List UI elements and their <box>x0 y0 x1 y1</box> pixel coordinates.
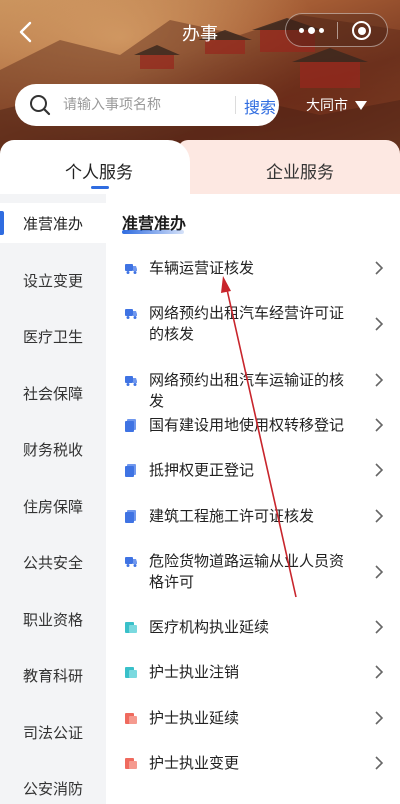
service-item-label: 护士执业变更 <box>149 754 240 772</box>
license-icon <box>125 758 137 769</box>
service-item-label: 抵押权更正登记 <box>149 461 255 479</box>
sidebar-item-gonggong[interactable]: 公共安全 <box>0 542 106 582</box>
search-input[interactable] <box>63 94 223 116</box>
more-button[interactable] <box>286 14 336 46</box>
chevron-right-icon <box>375 261 384 275</box>
search-divider <box>235 96 236 114</box>
chevron-right-icon <box>375 665 384 679</box>
more-dots-icon <box>298 27 304 33</box>
tab-business-services[interactable]: 企业服务 <box>178 140 400 194</box>
document-icon <box>125 510 136 523</box>
service-item-label: 护士执业注销 <box>149 663 240 681</box>
service-item-label: 网络预约出租汽车经营许可证的核发 <box>149 304 345 343</box>
close-mini-program-button[interactable] <box>352 21 371 40</box>
service-item[interactable]: 车辆运营证核发 <box>106 258 400 278</box>
sidebar-item-sifa[interactable]: 司法公证 <box>0 712 106 752</box>
service-item-label: 网络预约出租汽车运输证的核发 <box>149 371 345 410</box>
search-icon <box>30 95 51 116</box>
service-item[interactable]: 医疗机构执业延续 <box>106 617 400 637</box>
sidebar-item-shebao[interactable]: 社会保障 <box>0 373 106 413</box>
chevron-right-icon <box>375 418 384 432</box>
sidebar-item-label: 设立变更 <box>22 271 83 290</box>
chevron-right-icon <box>375 565 384 579</box>
mini-program-capsule <box>285 13 388 47</box>
service-list-panel: 准营准办 车辆运营证核发 网络预约出租汽车经营许可证的核发 网络预约出租汽车运输… <box>106 194 400 804</box>
chevron-right-icon <box>375 509 384 523</box>
city-name: 大同市 <box>306 98 348 114</box>
license-icon <box>125 713 137 724</box>
chevron-right-icon <box>375 756 384 770</box>
tab-label: 企业服务 <box>266 163 334 183</box>
sidebar-item-label: 医疗卫生 <box>22 327 83 346</box>
section-title-underline <box>122 230 184 234</box>
service-item[interactable]: 国有建设用地使用权转移登记 <box>106 415 400 435</box>
sidebar-item-label: 教育科研 <box>22 666 83 685</box>
capsule-divider <box>337 22 338 39</box>
document-icon <box>125 464 136 477</box>
service-item-label: 医疗机构执业延续 <box>149 618 270 636</box>
sidebar-item-zhufang[interactable]: 住房保障 <box>0 486 106 526</box>
document-icon <box>125 419 136 432</box>
service-tabs: 企业服务 个人服务 <box>0 140 400 194</box>
sidebar-item-label: 公安消防 <box>22 779 83 798</box>
service-item[interactable]: 建筑工程施工许可证核发 <box>106 506 400 526</box>
chevron-right-icon <box>375 463 384 477</box>
service-item[interactable]: 网络预约出租汽车经营许可证的核发 <box>106 303 400 345</box>
top-navigation-bar: 办事 <box>0 0 400 64</box>
service-item-label: 建筑工程施工许可证核发 <box>149 507 315 525</box>
sidebar-item-label: 司法公证 <box>22 723 83 742</box>
triangle-down-icon <box>355 100 367 110</box>
vehicle-icon <box>125 309 137 319</box>
active-tab-indicator <box>91 186 109 189</box>
medical-icon <box>125 622 137 633</box>
sidebar-item-label: 准营准办 <box>22 214 83 233</box>
vehicle-icon <box>125 264 137 274</box>
service-item[interactable]: 危险货物道路运输从业人员资格许可 <box>106 551 400 593</box>
service-item-label: 车辆运营证核发 <box>149 259 255 277</box>
sidebar-item-jiaoyu[interactable]: 教育科研 <box>0 655 106 695</box>
sidebar-item-label: 财务税收 <box>22 440 83 459</box>
sidebar-item-label: 社会保障 <box>22 384 83 403</box>
chevron-right-icon <box>375 620 384 634</box>
sidebar-item-sheli[interactable]: 设立变更 <box>0 260 106 300</box>
service-item[interactable]: 网络预约出租汽车运输证的核发 <box>106 370 400 410</box>
chevron-right-icon <box>375 317 384 331</box>
sidebar-item-gongan[interactable]: 公安消防 <box>0 768 106 804</box>
category-sidebar: 准营准办 设立变更 医疗卫生 社会保障 财务税收 住房保障 公共安全 职业资格 … <box>0 194 106 804</box>
search-bar: 搜索 <box>15 84 279 126</box>
city-selector[interactable]: 大同市 <box>306 95 367 115</box>
service-item-label: 护士执业延续 <box>149 709 240 727</box>
service-item[interactable]: 护士执业变更 <box>106 753 400 773</box>
sidebar-item-label: 职业资格 <box>22 610 83 629</box>
sidebar-item-zhiye[interactable]: 职业资格 <box>0 599 106 639</box>
sidebar-item-yiliao[interactable]: 医疗卫生 <box>0 316 106 356</box>
chevron-right-icon <box>375 711 384 725</box>
sidebar-item-zhunying[interactable]: 准营准办 <box>0 203 106 243</box>
search-button[interactable]: 搜索 <box>244 94 276 118</box>
service-item[interactable]: 护士执业注销 <box>106 662 400 682</box>
sidebar-item-label: 公共安全 <box>22 553 83 572</box>
tab-personal-services[interactable]: 个人服务 <box>0 140 190 194</box>
vehicle-icon <box>125 376 137 386</box>
service-item[interactable]: 抵押权更正登记 <box>106 460 400 480</box>
service-item-label: 危险货物道路运输从业人员资格许可 <box>149 552 345 591</box>
sidebar-item-caiwu[interactable]: 财务税收 <box>0 429 106 469</box>
service-item-label: 国有建设用地使用权转移登记 <box>149 416 345 434</box>
vehicle-icon <box>125 557 137 567</box>
service-item[interactable]: 护士执业延续 <box>106 708 400 728</box>
chevron-right-icon <box>375 373 384 387</box>
medical-icon <box>125 667 137 678</box>
tab-label: 个人服务 <box>65 163 133 183</box>
sidebar-item-label: 住房保障 <box>22 497 83 516</box>
